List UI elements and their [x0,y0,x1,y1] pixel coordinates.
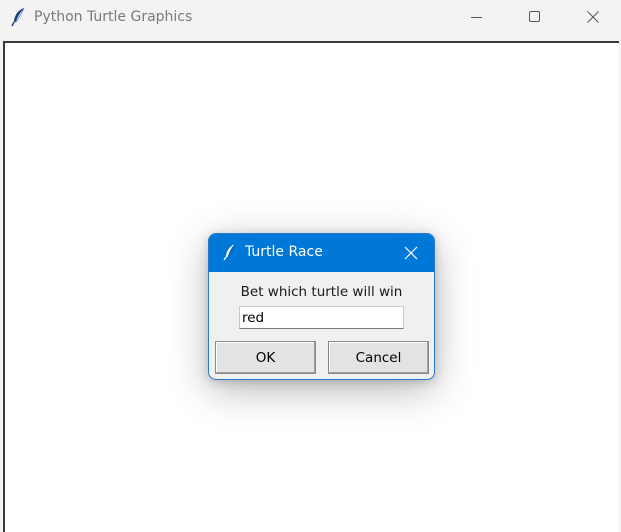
close-icon [404,246,418,260]
dialog-titlebar[interactable]: Turtle Race [209,234,434,272]
dialog-close-button[interactable] [399,242,423,264]
window-title: Python Turtle Graphics [34,9,193,25]
bet-input[interactable] [239,306,404,329]
maximize-button[interactable] [506,0,564,36]
feather-icon [223,243,237,261]
close-button[interactable] [564,0,621,36]
turtle-graphics-window: Python Turtle Graphics Turtle Race Bet w… [0,0,621,532]
dialog-prompt: Bet which turtle will win [240,284,403,300]
minimize-button[interactable] [448,0,506,36]
close-icon [587,11,599,23]
bet-dialog: Turtle Race Bet which turtle will win OK… [208,233,435,380]
minimize-icon [471,17,482,18]
maximize-icon [529,11,540,22]
ok-button[interactable]: OK [215,341,316,374]
feather-icon [11,7,27,27]
dialog-title: Turtle Race [245,244,323,260]
window-titlebar[interactable]: Python Turtle Graphics [0,0,621,41]
cancel-button[interactable]: Cancel [328,341,429,374]
